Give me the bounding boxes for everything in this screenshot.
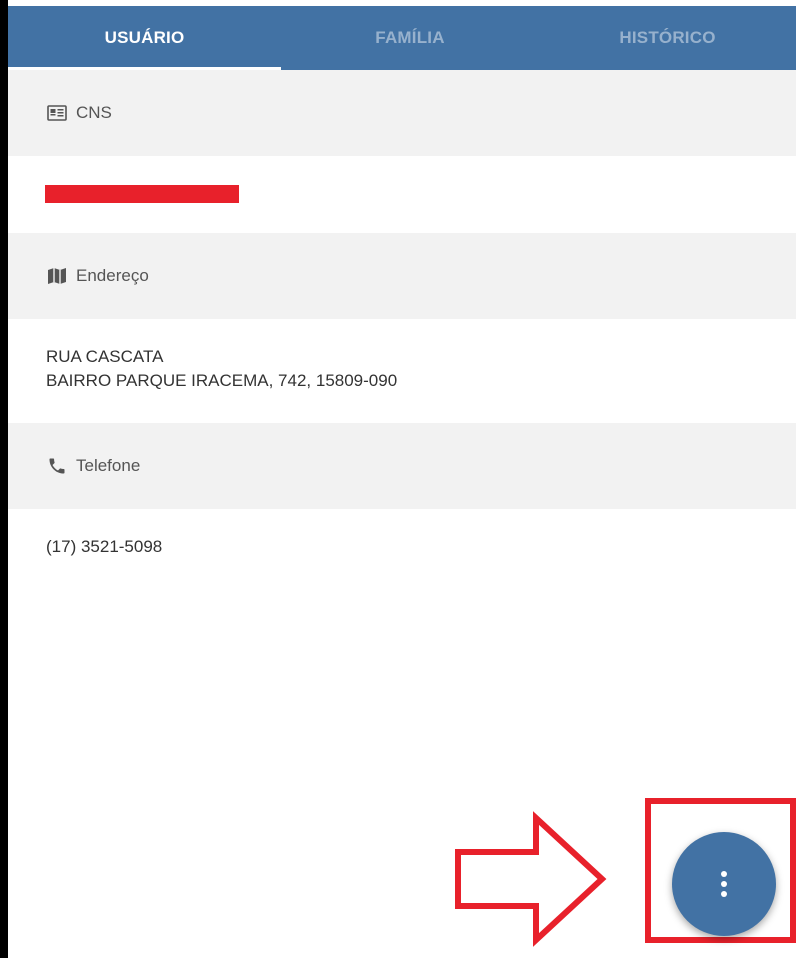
app-screen: USUÁRIO FAMÍLIA HISTÓRICO CNS Endereço R…: [0, 0, 796, 958]
tab-historico-label: HISTÓRICO: [619, 28, 716, 47]
cns-header: CNS: [8, 70, 796, 156]
endereco-value: RUA CASCATA BAIRRO PARQUE IRACEMA, 742, …: [8, 319, 796, 423]
left-border: [0, 0, 8, 958]
telefone-value: (17) 3521-5098: [8, 509, 796, 589]
tab-usuario[interactable]: USUÁRIO: [8, 6, 281, 70]
endereco-label: Endereço: [76, 266, 149, 285]
phone-icon: [46, 456, 68, 476]
tab-familia-label: FAMÍLIA: [375, 28, 445, 47]
endereco-line2: BAIRRO PARQUE IRACEMA, 742, 15809-090: [46, 371, 398, 390]
map-icon: [46, 266, 68, 286]
endereco-line1: RUA CASCATA: [46, 347, 164, 366]
telefone-label: Telefone: [76, 456, 141, 475]
user-details: CNS Endereço RUA CASCATA BAIRRO PARQUE I…: [8, 70, 796, 589]
tab-historico[interactable]: HISTÓRICO: [539, 6, 796, 70]
tab-bar: USUÁRIO FAMÍLIA HISTÓRICO: [8, 6, 796, 70]
more-vertical-icon: [721, 871, 727, 897]
cns-value: [8, 156, 796, 233]
endereco-header: Endereço: [8, 233, 796, 319]
id-card-icon: [46, 103, 68, 123]
tab-familia[interactable]: FAMÍLIA: [281, 6, 539, 70]
tab-usuario-label: USUÁRIO: [104, 28, 185, 47]
right-arrow-outline-icon: [455, 811, 607, 947]
cns-label: CNS: [76, 103, 112, 122]
telefone-number: (17) 3521-5098: [46, 537, 163, 556]
telefone-header: Telefone: [8, 423, 796, 509]
cns-redaction-bar: [45, 185, 239, 203]
more-options-fab[interactable]: [672, 832, 776, 936]
